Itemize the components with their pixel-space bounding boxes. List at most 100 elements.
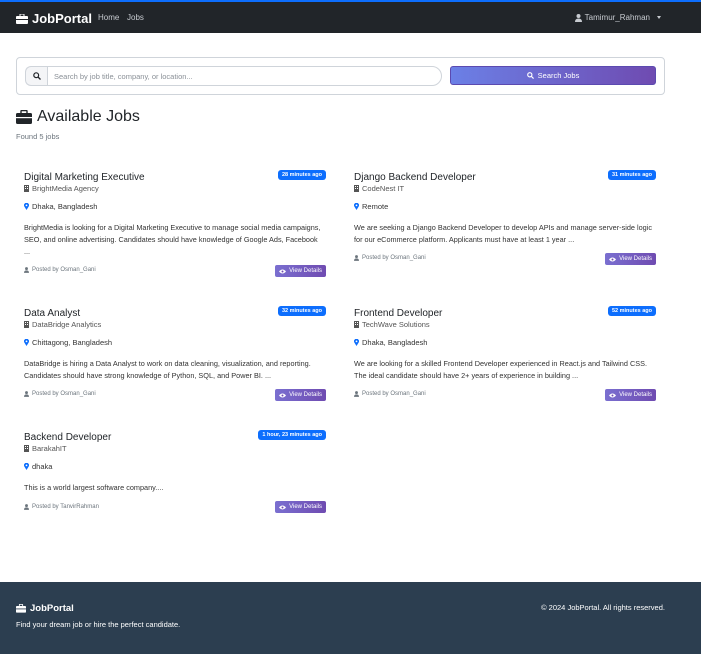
- job-location: Dhaka, Bangladesh: [24, 202, 97, 211]
- jobs-count: Found 5 jobs: [16, 132, 60, 141]
- eye-icon: [609, 257, 617, 261]
- map-pin-icon: [354, 203, 359, 210]
- job-company-label: DataBridge Analytics: [32, 320, 102, 329]
- page-title: Available Jobs: [16, 108, 140, 126]
- job-card: Data Analyst 32 minutes ago DataBridge A…: [24, 306, 326, 408]
- eye-icon: [279, 393, 287, 397]
- page-title-label: Available Jobs: [37, 108, 140, 125]
- navbar-brand[interactable]: JobPortal: [16, 11, 92, 26]
- job-posted-by-label: Posted by Osman_Gani: [32, 267, 96, 273]
- job-card: Frontend Developer 52 minutes ago TechWa…: [354, 306, 656, 408]
- briefcase-icon: [16, 13, 28, 24]
- job-card: Digital Marketing Executive 28 minutes a…: [24, 170, 326, 282]
- job-title[interactable]: Backend Developer: [24, 432, 111, 443]
- time-badge: 52 minutes ago: [607, 306, 656, 316]
- briefcase-icon: [16, 110, 32, 124]
- search-jobs-button[interactable]: Search Jobs: [450, 66, 656, 85]
- job-location: Dhaka, Bangladesh: [354, 338, 427, 347]
- view-details-button[interactable]: View Details: [605, 389, 656, 401]
- map-pin-icon: [24, 203, 29, 210]
- view-details-button[interactable]: View Details: [605, 253, 656, 265]
- job-posted-by: Posted by Osman_Gani: [24, 391, 96, 397]
- job-location-label: Remote: [362, 202, 389, 211]
- brand-label: JobPortal: [32, 11, 92, 26]
- search-input[interactable]: [47, 66, 442, 86]
- job-location-label: Dhaka, Bangladesh: [32, 202, 98, 211]
- job-title[interactable]: Digital Marketing Executive: [24, 172, 145, 183]
- job-posted-by-label: Posted by TanvirRahman: [32, 504, 99, 510]
- search-jobs-label: Search Jobs: [537, 71, 580, 80]
- job-posted-by-label: Posted by Osman_Gani: [32, 391, 96, 397]
- building-icon: [354, 185, 359, 192]
- job-location-label: Chittagong, Bangladesh: [32, 338, 113, 347]
- job-company-label: CodeNest IT: [362, 184, 405, 193]
- job-posted-by-label: Posted by Osman_Gani: [362, 255, 426, 261]
- map-pin-icon: [24, 463, 29, 470]
- briefcase-icon: [16, 604, 26, 613]
- footer-copyright: © 2024 JobPortal. All rights reserved.: [541, 603, 665, 612]
- search-card: Search Jobs: [16, 57, 665, 95]
- job-posted-by: Posted by Osman_Gani: [24, 267, 96, 273]
- user-icon: [354, 255, 359, 261]
- user-menu[interactable]: Tamimur_Rahman: [574, 13, 661, 22]
- job-posted-by: Posted by Osman_Gani: [354, 391, 426, 397]
- job-title[interactable]: Frontend Developer: [354, 308, 442, 319]
- job-location: Chittagong, Bangladesh: [24, 338, 112, 347]
- job-company: BrightMedia Agency: [24, 184, 99, 193]
- job-card: Django Backend Developer 31 minutes ago …: [354, 170, 656, 272]
- view-details-button[interactable]: View Details: [275, 265, 326, 277]
- job-company-label: TechWave Solutions: [362, 320, 430, 329]
- footer-tagline: Find your dream job or hire the perfect …: [16, 620, 181, 629]
- job-posted-by-label: Posted by Osman_Gani: [362, 391, 426, 397]
- chevron-down-icon: [657, 16, 661, 19]
- user-icon: [574, 13, 582, 22]
- view-details-button[interactable]: View Details: [275, 389, 326, 401]
- job-posted-by: Posted by TanvirRahman: [24, 504, 99, 510]
- view-details-label: View Details: [289, 268, 322, 274]
- nav-link-home[interactable]: Home: [98, 13, 119, 22]
- view-details-label: View Details: [619, 392, 652, 398]
- job-company: TechWave Solutions: [354, 320, 430, 329]
- search-icon: [526, 72, 534, 79]
- job-description: We are looking for a skilled Frontend De…: [354, 359, 647, 380]
- view-details-button[interactable]: View Details: [275, 501, 326, 513]
- job-location-label: dhaka: [32, 462, 53, 471]
- map-pin-icon: [354, 339, 359, 346]
- job-location: Remote: [354, 202, 388, 211]
- nav-link-jobs[interactable]: Jobs: [127, 13, 144, 22]
- time-badge: 32 minutes ago: [277, 306, 326, 316]
- eye-icon: [279, 269, 287, 273]
- job-posted-by: Posted by Osman_Gani: [354, 255, 426, 261]
- footer: JobPortal Find your dream job or hire th…: [0, 582, 701, 654]
- building-icon: [24, 185, 29, 192]
- job-company: DataBridge Analytics: [24, 320, 101, 329]
- user-icon: [24, 391, 29, 397]
- job-company: CodeNest IT: [354, 184, 404, 193]
- user-icon: [24, 267, 29, 273]
- search-icon: [32, 72, 41, 80]
- job-location-label: Dhaka, Bangladesh: [362, 338, 428, 347]
- job-description: This is a world largest software company…: [24, 483, 164, 492]
- footer-brand: JobPortal: [16, 603, 74, 614]
- job-card: Backend Developer 1 hour, 23 minutes ago…: [24, 430, 326, 518]
- job-title[interactable]: Data Analyst: [24, 308, 80, 319]
- job-title[interactable]: Django Backend Developer: [354, 172, 476, 183]
- time-badge: 31 minutes ago: [607, 170, 656, 180]
- footer-brand-label: JobPortal: [30, 603, 74, 614]
- building-icon: [24, 445, 29, 452]
- time-badge: 1 hour, 23 minutes ago: [258, 430, 326, 440]
- view-details-label: View Details: [619, 256, 652, 262]
- job-company-label: BarakahIT: [32, 444, 67, 453]
- time-badge: 28 minutes ago: [277, 170, 326, 180]
- user-icon: [24, 504, 29, 510]
- job-description: BrightMedia is looking for a Digital Mar…: [24, 223, 321, 256]
- job-description: We are seeking a Django Backend Develope…: [354, 223, 652, 244]
- building-icon: [24, 321, 29, 328]
- navbar: JobPortal Home Jobs Tamimur_Rahman: [0, 2, 701, 33]
- job-company: BarakahIT: [24, 444, 67, 453]
- user-name: Tamimur_Rahman: [584, 13, 650, 22]
- view-details-label: View Details: [289, 504, 322, 510]
- map-pin-icon: [24, 339, 29, 346]
- eye-icon: [279, 505, 287, 509]
- view-details-label: View Details: [289, 392, 322, 398]
